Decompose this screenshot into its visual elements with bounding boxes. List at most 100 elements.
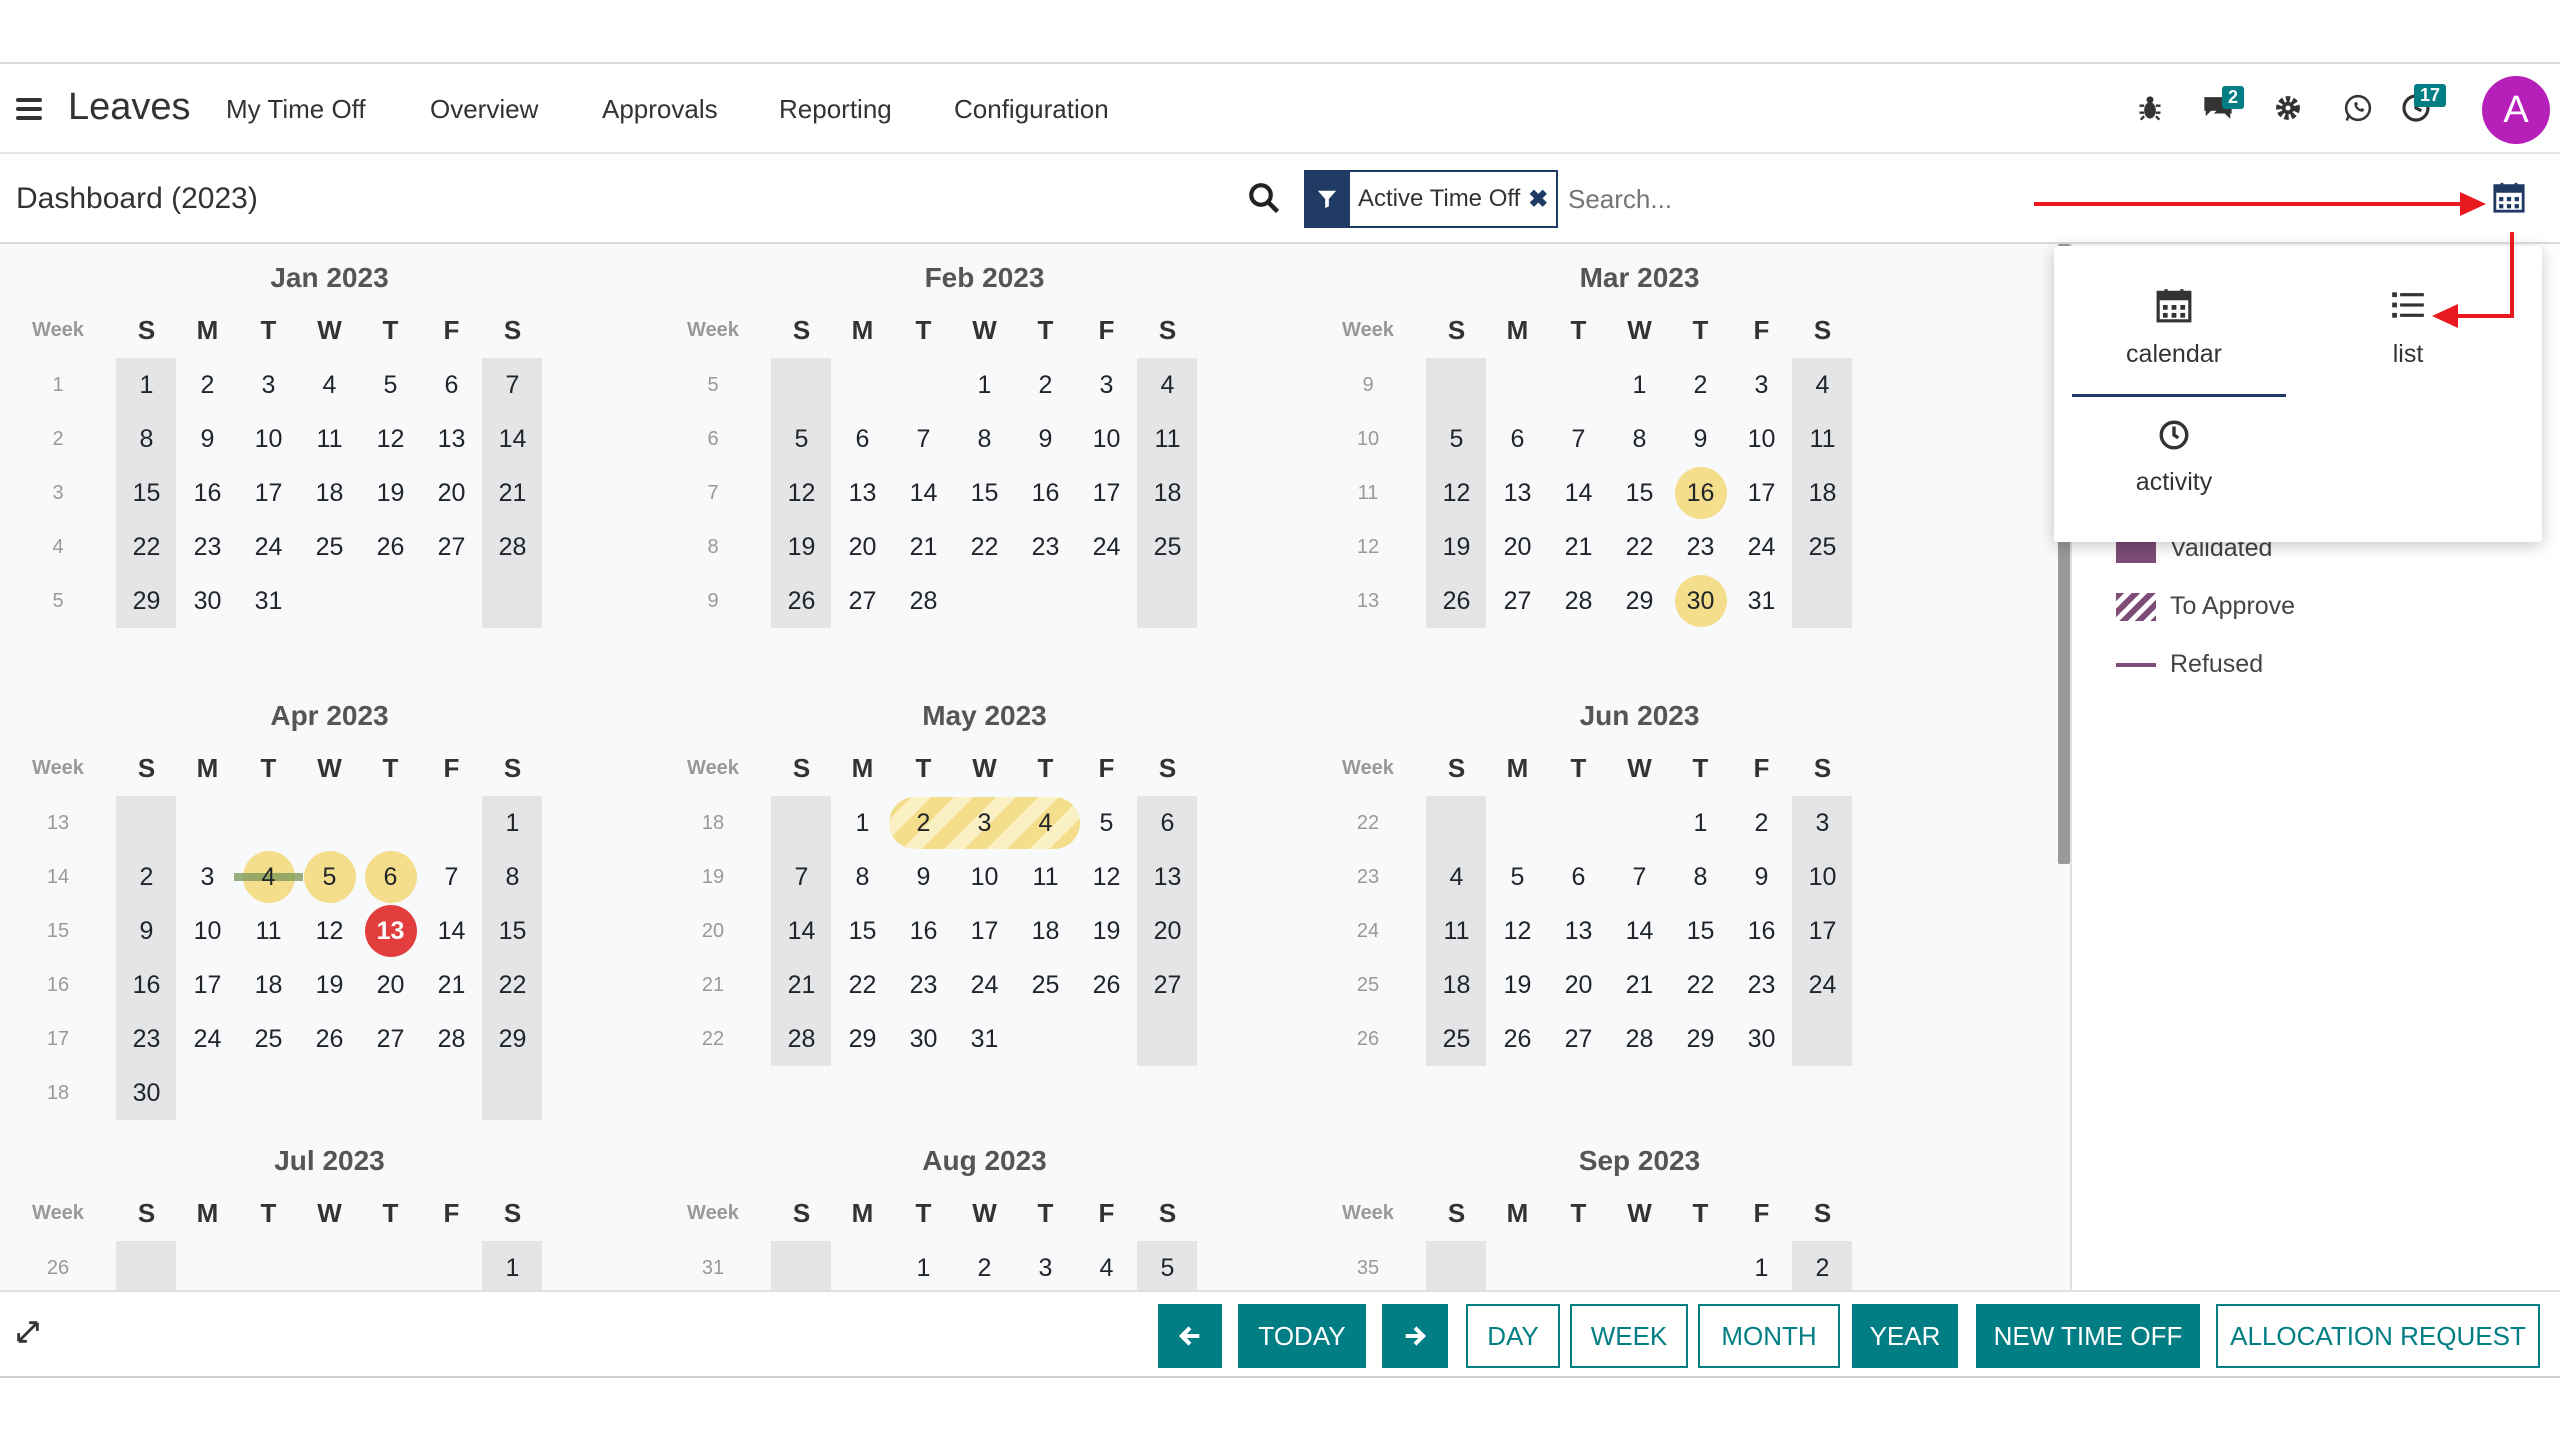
calendar-day[interactable]: 26 [1487, 1012, 1548, 1066]
calendar-day[interactable]: 3 [1731, 358, 1792, 412]
calendar-day[interactable]: 21 [482, 466, 543, 520]
calendar-day[interactable]: 24 [238, 520, 299, 574]
calendar-day[interactable]: 18 [1792, 466, 1853, 520]
calendar-day[interactable]: 11 [1137, 412, 1198, 466]
menu-approvals[interactable]: Approvals [602, 94, 718, 125]
calendar-day[interactable]: 14 [421, 904, 482, 958]
calendar-day[interactable]: 9 [177, 412, 238, 466]
calendar-day[interactable]: 11 [1426, 904, 1487, 958]
calendar-day[interactable]: 13 [1487, 466, 1548, 520]
calendar-day[interactable]: 4 [238, 850, 299, 904]
calendar-day[interactable]: 11 [299, 412, 360, 466]
calendar-day[interactable]: 10 [1076, 412, 1137, 466]
calendar-day[interactable]: 6 [421, 358, 482, 412]
calendar-day[interactable]: 16 [116, 958, 177, 1012]
calendar-day[interactable]: 12 [299, 904, 360, 958]
calendar-day[interactable]: 29 [482, 1012, 543, 1066]
calendar-day[interactable]: 17 [1076, 466, 1137, 520]
calendar-day[interactable]: 27 [1487, 574, 1548, 628]
calendar-day[interactable]: 15 [116, 466, 177, 520]
today-button[interactable]: TODAY [1238, 1304, 1366, 1368]
calendar-day[interactable]: 2 [893, 796, 954, 850]
calendar-day[interactable]: 4 [1426, 850, 1487, 904]
calendar-day[interactable]: 16 [1670, 466, 1731, 520]
calendar-day[interactable]: 4 [1137, 358, 1198, 412]
calendar-day[interactable]: 10 [954, 850, 1015, 904]
calendar-day[interactable]: 12 [1487, 904, 1548, 958]
calendar-day[interactable]: 7 [1609, 850, 1670, 904]
calendar-day[interactable]: 28 [893, 574, 954, 628]
calendar-day[interactable]: 5 [1076, 796, 1137, 850]
calendar-day[interactable]: 5 [1487, 850, 1548, 904]
calendar-day[interactable]: 22 [482, 958, 543, 1012]
day-view-button[interactable]: DAY [1466, 1304, 1560, 1368]
calendar-day[interactable]: 8 [832, 850, 893, 904]
calendar-day[interactable]: 24 [1792, 958, 1853, 1012]
calendar-day[interactable]: 6 [360, 850, 421, 904]
calendar-day[interactable]: 13 [421, 412, 482, 466]
calendar-day[interactable]: 28 [1548, 574, 1609, 628]
calendar-day[interactable]: 9 [893, 850, 954, 904]
calendar-day[interactable]: 14 [1548, 466, 1609, 520]
calendar-day[interactable]: 5 [360, 358, 421, 412]
calendar-day[interactable]: 7 [771, 850, 832, 904]
calendar-day[interactable]: 3 [1076, 358, 1137, 412]
calendar-day[interactable]: 25 [299, 520, 360, 574]
calendar-day[interactable]: 1 [1670, 796, 1731, 850]
calendar-day[interactable]: 29 [1670, 1012, 1731, 1066]
calendar-day[interactable]: 26 [299, 1012, 360, 1066]
calendar-day[interactable]: 23 [177, 520, 238, 574]
calendar-day[interactable]: 10 [177, 904, 238, 958]
calendar-day[interactable]: 1 [116, 358, 177, 412]
calendar-day[interactable]: 20 [360, 958, 421, 1012]
calendar-day[interactable]: 22 [1609, 520, 1670, 574]
calendar-day[interactable]: 3 [954, 796, 1015, 850]
calendar-day[interactable]: 22 [1670, 958, 1731, 1012]
calendar-day[interactable]: 24 [1076, 520, 1137, 574]
calendar-day[interactable]: 15 [1609, 466, 1670, 520]
calendar-day[interactable]: 29 [116, 574, 177, 628]
calendar-day[interactable]: 15 [832, 904, 893, 958]
calendar-day[interactable]: 2 [177, 358, 238, 412]
calendar-day[interactable]: 2 [1670, 358, 1731, 412]
calendar-day[interactable]: 3 [177, 850, 238, 904]
calendar-day[interactable]: 9 [1670, 412, 1731, 466]
calendar-day[interactable]: 27 [1548, 1012, 1609, 1066]
gear-icon[interactable] [2264, 64, 2312, 152]
allocation-request-button[interactable]: ALLOCATION REQUEST [2216, 1304, 2540, 1368]
calendar-day[interactable]: 28 [421, 1012, 482, 1066]
calendar-day[interactable]: 28 [771, 1012, 832, 1066]
calendar-day[interactable]: 10 [1731, 412, 1792, 466]
calendar-day[interactable]: 5 [1426, 412, 1487, 466]
calendar-day[interactable]: 17 [1792, 904, 1853, 958]
whatsapp-icon[interactable] [2334, 64, 2382, 152]
calendar-day[interactable]: 10 [238, 412, 299, 466]
calendar-day[interactable]: 25 [1792, 520, 1853, 574]
calendar-day[interactable]: 1 [482, 1241, 543, 1290]
calendar-day[interactable]: 13 [360, 904, 421, 958]
calendar-day[interactable]: 13 [832, 466, 893, 520]
calendar-day[interactable]: 26 [1426, 574, 1487, 628]
calendar-day[interactable]: 29 [1609, 574, 1670, 628]
clock-icon[interactable] [2392, 64, 2440, 152]
calendar-day[interactable]: 16 [1015, 466, 1076, 520]
menu-configuration[interactable]: Configuration [954, 94, 1109, 125]
calendar-day[interactable]: 27 [1137, 958, 1198, 1012]
menu-reporting[interactable]: Reporting [779, 94, 892, 125]
close-icon[interactable]: ✖ [1528, 185, 1548, 214]
calendar-day[interactable]: 1 [954, 358, 1015, 412]
calendar-day[interactable]: 30 [177, 574, 238, 628]
calendar-day[interactable]: 8 [954, 412, 1015, 466]
calendar-day[interactable]: 22 [832, 958, 893, 1012]
calendar-day[interactable]: 25 [238, 1012, 299, 1066]
search-input[interactable] [1566, 178, 1990, 220]
calendar-day[interactable]: 18 [1015, 904, 1076, 958]
calendar-day[interactable]: 4 [1792, 358, 1853, 412]
month-view-button[interactable]: MONTH [1698, 1304, 1840, 1368]
calendar-day[interactable]: 19 [299, 958, 360, 1012]
calendar-day[interactable]: 26 [360, 520, 421, 574]
calendar-day[interactable]: 1 [1731, 1241, 1792, 1290]
bug-icon[interactable] [2126, 64, 2174, 152]
calendar-day[interactable]: 19 [771, 520, 832, 574]
calendar-day[interactable]: 5 [771, 412, 832, 466]
